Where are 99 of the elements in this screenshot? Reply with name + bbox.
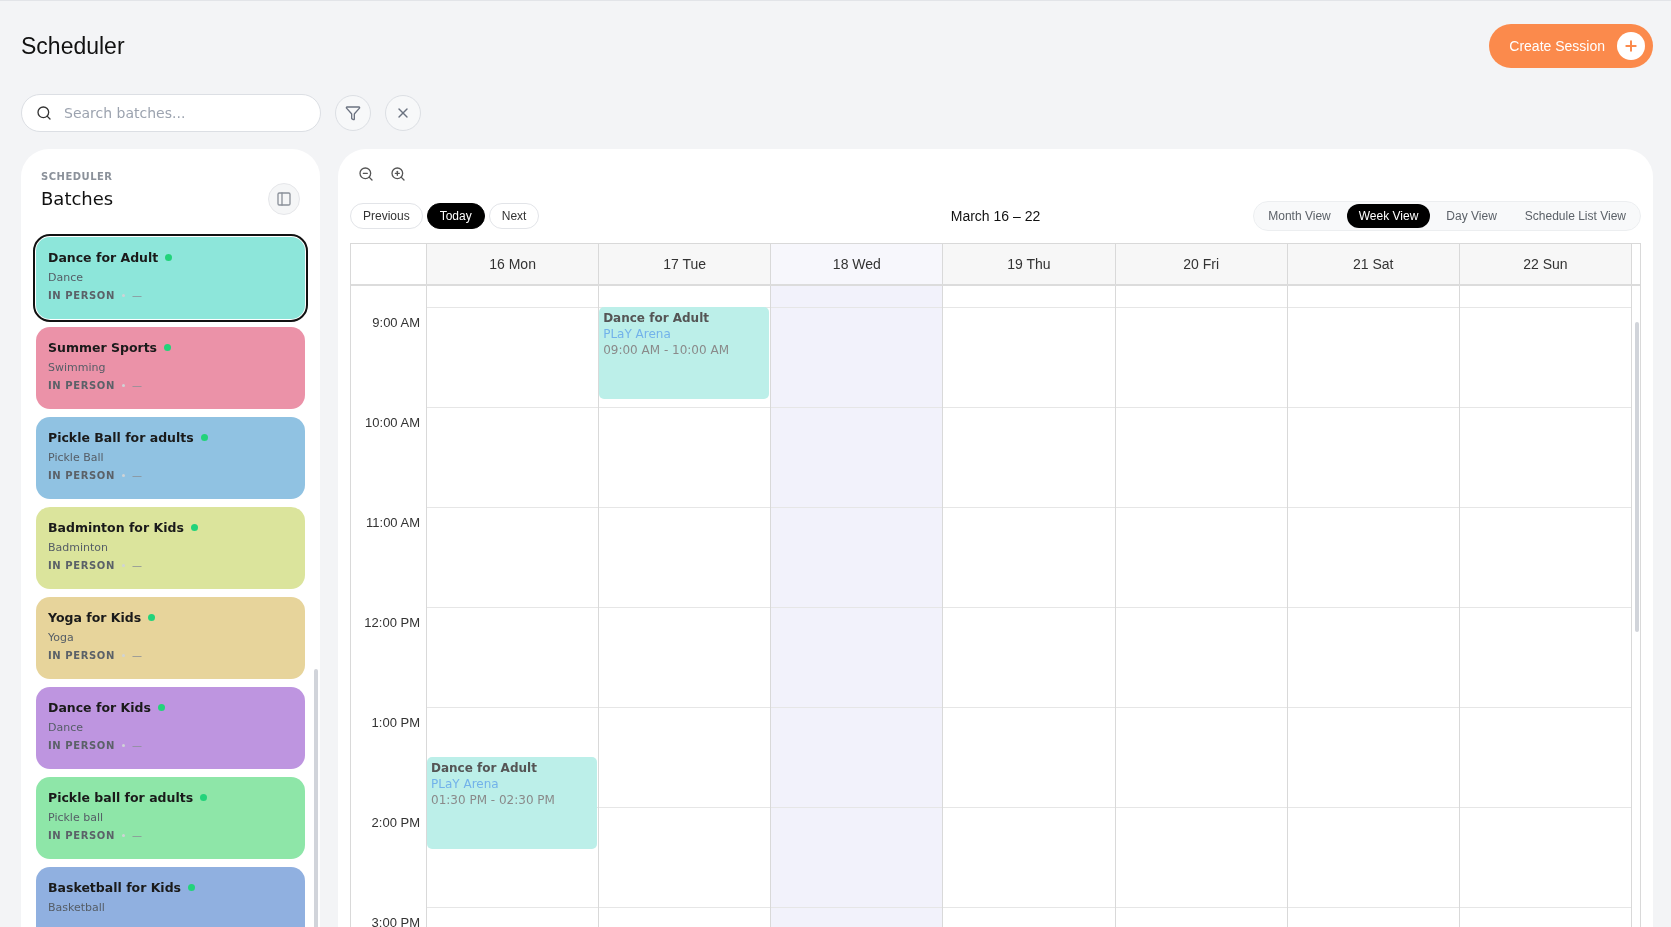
separator-dot	[121, 474, 125, 477]
status-dot	[188, 884, 196, 891]
batch-name: Yoga for Kids	[48, 610, 142, 625]
batch-sport: Pickle Ball	[48, 451, 105, 464]
batch-card[interactable]: Pickle Ball for adults Pickle Ball IN PERSON —	[36, 417, 305, 499]
hour-label: 1:00 PM	[370, 714, 421, 732]
batch-name: Summer Sports	[48, 340, 158, 355]
batch-card[interactable]: Dance for Adult Dance IN PERSON —	[36, 237, 305, 319]
separator-dot	[121, 744, 125, 747]
batch-name: Dance for Adult	[48, 250, 159, 265]
batch-card[interactable]: Pickle ball for adults Pickle ball IN PERSON —	[36, 777, 305, 859]
collapse-button[interactable]	[268, 183, 300, 215]
batch-card[interactable]: Badminton for Kids Badminton IN PERSON —	[36, 507, 305, 589]
batch-card[interactable]: Yoga for Kids Yoga IN PERSON —	[36, 597, 305, 679]
nav-button[interactable]: Next	[488, 203, 540, 229]
batch-mode: IN PERSON	[48, 380, 115, 391]
filter-icon	[345, 105, 361, 121]
status-dot	[165, 254, 173, 261]
day-header: 18 Wed	[771, 244, 944, 284]
scrollbar[interactable]	[1635, 322, 1639, 632]
event-time: 01:30 PM - 02:30 PM	[431, 793, 556, 807]
batch-sport: Swimming	[48, 361, 107, 374]
batch-trainer: —	[131, 470, 142, 481]
status-dot	[200, 794, 208, 801]
batch-sport: Basketball	[48, 901, 106, 914]
hour-label: 11:00 AM	[365, 514, 421, 532]
batch-mode: IN PERSON	[48, 560, 115, 571]
sidebar-icon	[276, 191, 292, 207]
batch-mode: IN PERSON	[48, 470, 115, 481]
separator-dot	[121, 564, 125, 567]
batch-trainer: —	[131, 740, 142, 751]
batch-card[interactable]: Dance for Kids Dance IN PERSON —	[36, 687, 305, 769]
nav-button[interactable]: Today	[426, 203, 485, 229]
batch-sport: Dance	[48, 721, 84, 734]
clear-button[interactable]	[385, 95, 421, 131]
batch-name: Basketball for Kids	[48, 880, 182, 895]
date-range: March 16 – 22	[950, 208, 1041, 224]
view-tab[interactable]: Schedule List View	[1512, 204, 1638, 228]
view-tab[interactable]: Week View	[1346, 204, 1431, 228]
batch-mode: IN PERSON	[48, 290, 115, 301]
batch-card[interactable]: Basketball for Kids Basketball	[36, 867, 305, 927]
separator-dot	[121, 654, 125, 657]
batch-mode: IN PERSON	[48, 740, 115, 751]
search-box[interactable]: Search batches...	[21, 94, 321, 132]
event-time: 09:00 AM - 10:00 AM	[603, 343, 731, 357]
batch-sport: Badminton	[48, 541, 110, 554]
batch-sport: Pickle ball	[48, 811, 105, 824]
separator-dot	[121, 384, 125, 387]
zoom-in-icon[interactable]	[390, 166, 406, 182]
batch-sport: Dance	[48, 271, 84, 284]
day-header: 19 Thu	[943, 244, 1116, 284]
status-dot	[190, 524, 198, 531]
plus-icon	[1623, 38, 1639, 54]
day-header: 22 Sun	[1459, 244, 1632, 284]
separator-dot	[121, 834, 125, 837]
batch-name: Pickle ball for adults	[48, 790, 194, 805]
view-tab[interactable]: Month View	[1256, 204, 1343, 228]
status-dot	[148, 614, 156, 621]
day-header: 20 Fri	[1115, 244, 1288, 284]
search-icon	[36, 105, 52, 121]
batch-name: Badminton for Kids	[48, 520, 184, 535]
search-field[interactable]: Search batches...	[62, 104, 306, 122]
filter-button[interactable]	[335, 95, 371, 131]
day-header: 21 Sat	[1287, 244, 1460, 284]
scrollbar[interactable]	[314, 669, 318, 927]
panel-title: Batches	[41, 188, 114, 209]
batch-trainer: —	[131, 290, 142, 301]
event-block[interactable]: Dance for Adult PLaY Arena 09:00 AM - 10:00 AM	[599, 307, 770, 399]
batch-card[interactable]: Summer Sports Swimming IN PERSON —	[36, 327, 305, 409]
batch-mode: IN PERSON	[48, 830, 115, 841]
batch-trainer: —	[131, 560, 142, 571]
hour-label: 10:00 AM	[364, 414, 421, 432]
event-block[interactable]: Dance for Adult PLaY Arena 01:30 PM - 02:30 PM	[427, 757, 598, 849]
separator-dot	[121, 294, 125, 297]
batch-trainer: —	[131, 830, 142, 841]
day-header: 17 Tue	[599, 244, 772, 284]
batch-trainer: —	[131, 650, 142, 661]
batch-name: Dance for Kids	[48, 700, 151, 715]
zoom-out-icon[interactable]	[358, 166, 374, 182]
status-dot	[200, 434, 208, 441]
section-label: SCHEDULER	[41, 171, 114, 182]
event-title: Dance for Adult	[603, 311, 710, 325]
status-dot	[164, 344, 172, 351]
batch-mode: IN PERSON	[48, 650, 115, 661]
event-location: PLaY Arena	[603, 327, 672, 341]
hour-label: 9:00 AM	[371, 314, 421, 332]
event-location: PLaY Arena	[431, 777, 500, 791]
view-tab[interactable]: Day View	[1434, 204, 1509, 228]
batch-sport: Yoga	[48, 631, 75, 644]
hour-label: 12:00 PM	[363, 614, 421, 632]
event-title: Dance for Adult	[431, 761, 538, 775]
nav-button[interactable]: Previous	[350, 203, 423, 229]
hour-label: 2:00 PM	[370, 814, 421, 832]
batch-name: Pickle Ball for adults	[48, 430, 194, 445]
hour-label: 3:00 PM	[370, 914, 421, 927]
status-dot	[157, 704, 165, 711]
page-title: Scheduler	[21, 32, 125, 60]
day-header: 16 Mon	[427, 244, 600, 284]
batch-trainer: —	[131, 380, 142, 391]
